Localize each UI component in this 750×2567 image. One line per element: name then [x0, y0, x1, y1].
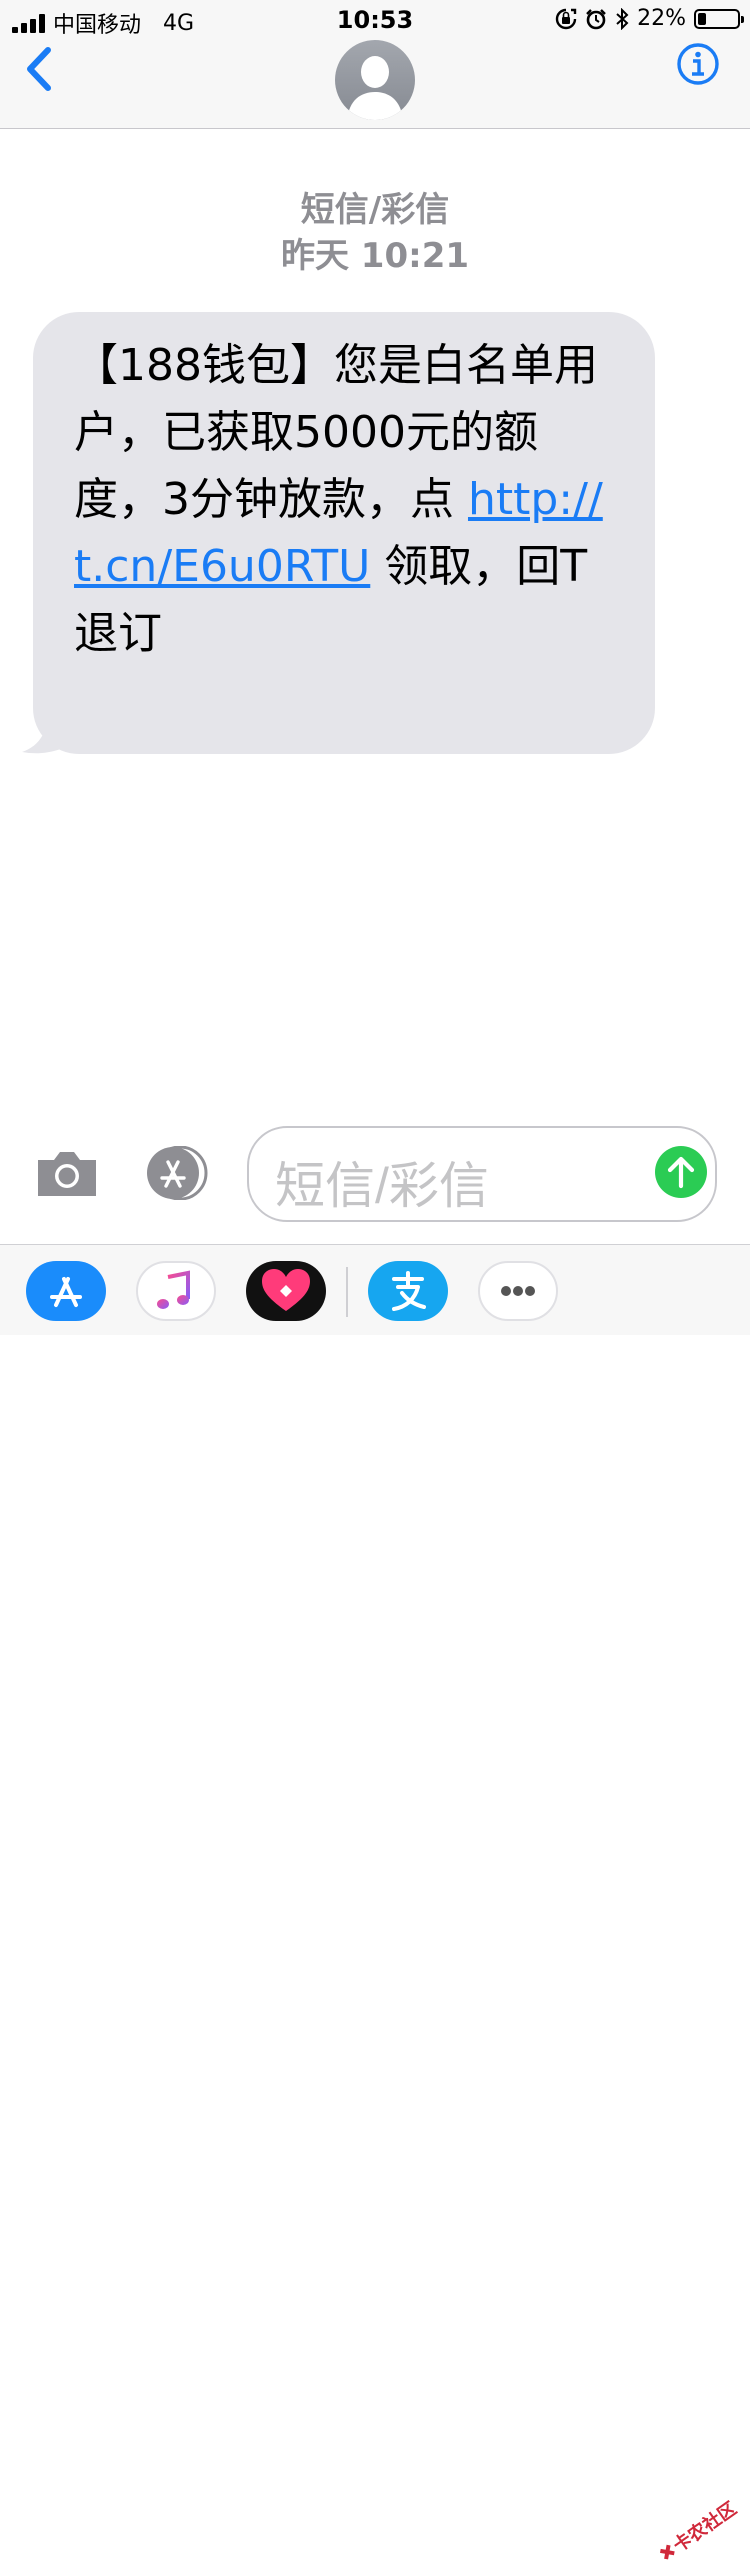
message-timestamp: 昨天 10:21 — [280, 236, 470, 276]
camera-icon[interactable] — [34, 1148, 100, 1198]
contact-avatar[interactable] — [335, 40, 415, 120]
music-app[interactable] — [136, 1261, 216, 1321]
chevron-left-icon[interactable] — [20, 44, 60, 94]
more-apps[interactable] — [478, 1261, 558, 1321]
watermark-logo: 卡农社区 — [660, 2497, 741, 2560]
send-button[interactable] — [655, 1146, 707, 1198]
more-icon — [501, 1286, 535, 1296]
status-bar: 中国移动 4G 10:53 22% — [0, 0, 750, 40]
app-store-app[interactable] — [26, 1261, 106, 1321]
drawer-divider — [346, 1267, 348, 1317]
message-text: 【188钱包】您是白名单用户，已获取5000元的额度，3分钟放款，点 http:… — [74, 332, 614, 667]
app-drawer: 卡农社区 — [0, 1244, 750, 2560]
rotation-lock-icon — [555, 8, 577, 29]
bluetooth-icon — [616, 7, 629, 30]
music-icon — [157, 1270, 190, 1309]
app-store-icon[interactable] — [140, 1146, 212, 1200]
message-input[interactable]: 短信/彩信 — [247, 1126, 717, 1222]
send-arrow-up-icon — [667, 1156, 695, 1189]
person-silhouette-icon — [347, 56, 403, 120]
status-right: 22% — [555, 6, 744, 31]
alarm-icon — [586, 8, 606, 29]
heart-app-icon — [262, 1269, 310, 1311]
alipay-icon — [392, 1271, 426, 1311]
conversation-header — [0, 40, 750, 129]
service-label: 短信/彩信 — [300, 190, 450, 230]
info-icon[interactable] — [676, 42, 720, 86]
battery-percent: 22% — [637, 6, 686, 31]
heart-app[interactable] — [246, 1261, 326, 1321]
battery-icon — [694, 8, 744, 29]
app-store-icon — [50, 1277, 82, 1307]
alipay-app[interactable] — [368, 1261, 448, 1321]
svg-text:卡农社区: 卡农社区 — [669, 2497, 741, 2556]
battery-level-fill — [698, 12, 706, 25]
